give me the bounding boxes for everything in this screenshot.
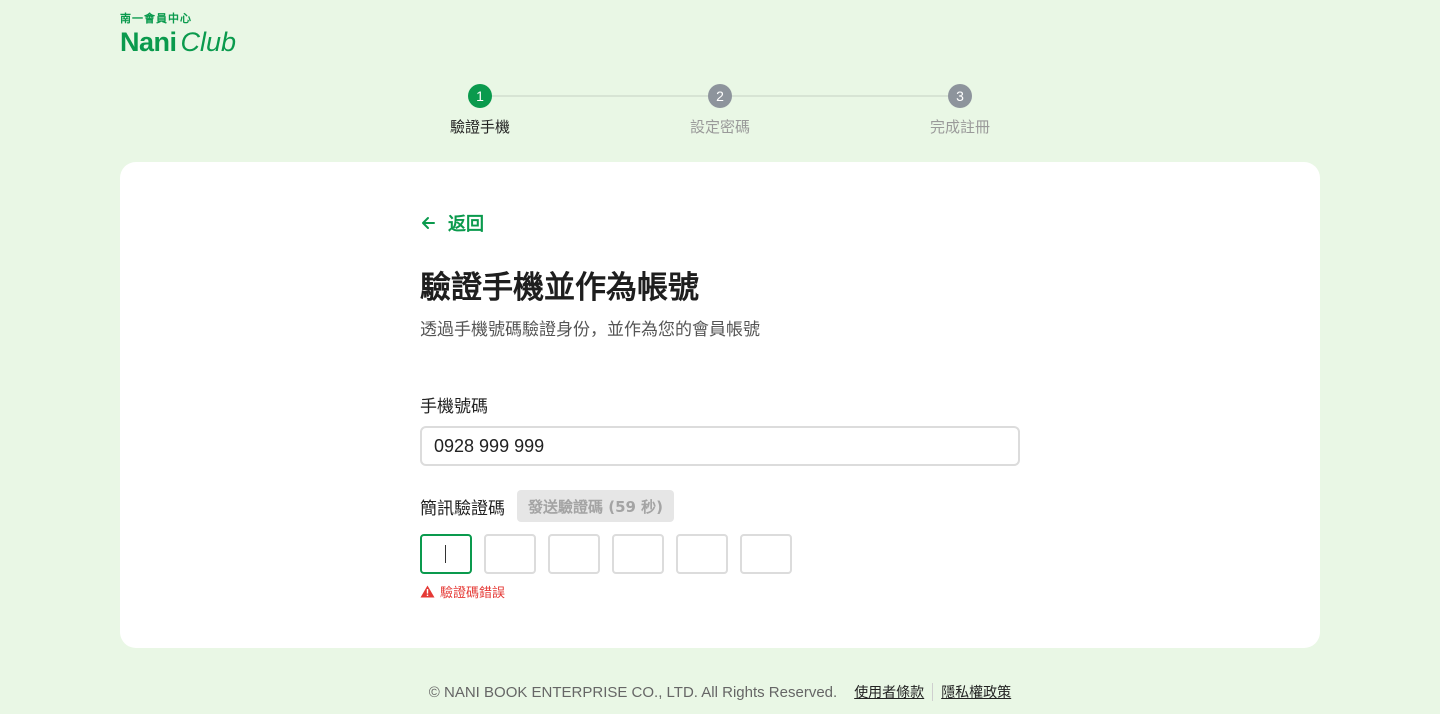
step-label: 設定密碼 xyxy=(689,118,750,136)
back-button-label: 返回 xyxy=(448,214,484,235)
step-number-badge: 1 xyxy=(468,84,492,108)
text-cursor xyxy=(445,545,446,563)
page-subtitle: 透過手機號碼驗證身份，並作為您的會員帳號 xyxy=(420,320,760,340)
otp-digit-6[interactable] xyxy=(740,534,792,574)
step-number-badge: 2 xyxy=(708,84,732,108)
step-set-password: 2 設定密碼 xyxy=(660,84,780,137)
phone-number-label: 手機號碼 xyxy=(420,397,488,417)
otp-digit-1[interactable] xyxy=(420,534,472,574)
error-message: 驗證碼錯誤 xyxy=(420,582,505,601)
step-verify-phone: 1 驗證手機 xyxy=(420,84,540,137)
otp-digit-3[interactable] xyxy=(548,534,600,574)
phone-number-input[interactable] xyxy=(420,426,1020,466)
warning-icon xyxy=(420,585,435,598)
logo-subtitle: 南一會員中心 xyxy=(120,12,192,25)
step-complete-registration: 3 完成註冊 xyxy=(900,84,1020,137)
error-text: 驗證碼錯誤 xyxy=(440,586,506,601)
back-button[interactable]: 返回 xyxy=(420,210,484,236)
logo-wordmark: Nani Club xyxy=(120,27,236,58)
sms-code-header: 簡訊驗證碼 發送驗證碼 (59 秒) xyxy=(420,490,675,522)
step-number-badge: 3 xyxy=(948,84,972,108)
step-label: 驗證手機 xyxy=(449,118,510,136)
otp-digit-5[interactable] xyxy=(676,534,728,574)
nani-club-logo[interactable]: 南一會員中心 Nani Club xyxy=(120,12,236,58)
otp-digit-4[interactable] xyxy=(612,534,664,574)
terms-link[interactable]: 使用者條款 xyxy=(854,682,924,702)
registration-stepper: 1 驗證手機 2 設定密碼 3 完成註冊 xyxy=(0,84,1440,144)
step-label: 完成註冊 xyxy=(929,118,990,136)
logo-name-bold: Nani xyxy=(120,27,177,57)
otp-digit-2[interactable] xyxy=(484,534,536,574)
footer-divider xyxy=(932,683,934,701)
copyright-text: © NANI BOOK ENTERPRISE CO., LTD. All Rig… xyxy=(428,683,838,701)
privacy-link[interactable]: 隱私權政策 xyxy=(941,682,1011,702)
page-footer: © NANI BOOK ENTERPRISE CO., LTD. All Rig… xyxy=(0,682,1440,702)
send-code-button[interactable]: 發送驗證碼 (59 秒) xyxy=(517,490,675,522)
logo-name-script: Club xyxy=(180,27,237,57)
arrow-left-icon xyxy=(422,217,435,229)
page-title: 驗證手機並作為帳號 xyxy=(420,270,699,306)
verification-card: 返回 驗證手機並作為帳號 透過手機號碼驗證身份，並作為您的會員帳號 手機號碼 簡… xyxy=(120,162,1320,648)
otp-digit-1-wrapper xyxy=(420,534,472,574)
otp-input-group xyxy=(420,534,792,574)
sms-code-label: 簡訊驗證碼 xyxy=(420,498,505,519)
